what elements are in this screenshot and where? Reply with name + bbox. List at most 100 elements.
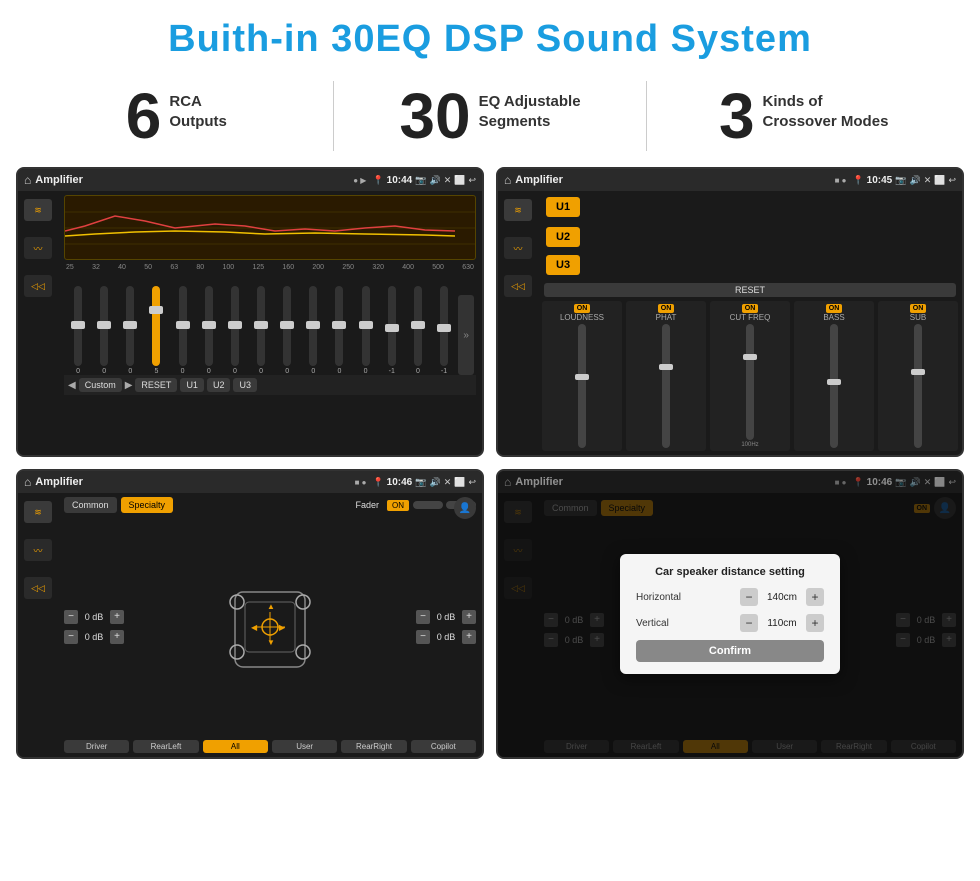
dialog-vertical-plus[interactable]: + bbox=[806, 614, 824, 632]
eq-handle-3[interactable] bbox=[149, 306, 163, 314]
close-icon-3[interactable]: ✕ bbox=[444, 477, 452, 488]
home-icon-2[interactable]: ⌂ bbox=[504, 173, 511, 187]
eq-sidebar-icon-2[interactable]: 〰 bbox=[24, 237, 52, 259]
profile-btn[interactable]: 👤 bbox=[454, 497, 476, 519]
fader-on-btn[interactable]: ON bbox=[387, 500, 409, 511]
loudness-on[interactable]: ON bbox=[574, 304, 591, 313]
dialog-vertical-minus[interactable]: − bbox=[740, 614, 758, 632]
eq-track-12[interactable] bbox=[388, 286, 396, 366]
dialog-horizontal-minus[interactable]: − bbox=[740, 588, 758, 606]
u2-btn-1[interactable]: U2 bbox=[207, 378, 231, 392]
eq-track-0[interactable] bbox=[74, 286, 82, 366]
loudness-handle[interactable] bbox=[575, 374, 589, 380]
rearright-btn[interactable]: RearRight bbox=[341, 740, 406, 753]
eq-handle-0[interactable] bbox=[71, 321, 85, 329]
loudness-slider[interactable] bbox=[578, 324, 586, 448]
back-icon-3[interactable]: ↩ bbox=[468, 477, 476, 488]
mixer-sidebar-icon-1[interactable]: ≋ bbox=[24, 501, 52, 523]
bass-on[interactable]: ON bbox=[826, 304, 843, 313]
left-minus-1[interactable]: − bbox=[64, 610, 78, 624]
sub-handle[interactable] bbox=[911, 369, 925, 375]
dialog-confirm-btn[interactable]: Confirm bbox=[636, 640, 824, 662]
eq-handle-9[interactable] bbox=[306, 321, 320, 329]
user-btn[interactable]: User bbox=[272, 740, 337, 753]
left-plus-2[interactable]: + bbox=[110, 630, 124, 644]
fader-h-1[interactable] bbox=[413, 501, 443, 509]
left-plus-1[interactable]: + bbox=[110, 610, 124, 624]
eq-track-5[interactable] bbox=[205, 286, 213, 366]
tab-specialty[interactable]: Specialty bbox=[121, 497, 174, 513]
home-icon-1[interactable]: ⌂ bbox=[24, 173, 31, 187]
amp-sidebar-icon-3[interactable]: ◁◁ bbox=[504, 275, 532, 297]
play-icon[interactable]: ▶ bbox=[125, 380, 133, 391]
window-icon-1[interactable]: ⬜ bbox=[454, 175, 465, 186]
eq-handle-7[interactable] bbox=[254, 321, 268, 329]
eq-track-13[interactable] bbox=[414, 286, 422, 366]
eq-handle-5[interactable] bbox=[202, 321, 216, 329]
cutfreq-slider[interactable] bbox=[746, 324, 754, 440]
sub-on[interactable]: ON bbox=[910, 304, 927, 313]
bass-handle[interactable] bbox=[827, 379, 841, 385]
eq-track-7[interactable] bbox=[257, 286, 265, 366]
eq-track-11[interactable] bbox=[362, 286, 370, 366]
mixer-sidebar-icon-3[interactable]: ◁◁ bbox=[24, 577, 52, 599]
u3-btn-s2[interactable]: U3 bbox=[546, 255, 580, 275]
reset-btn-s2[interactable]: RESET bbox=[544, 283, 956, 297]
eq-sidebar-icon-1[interactable]: ≋ bbox=[24, 199, 52, 221]
eq-track-10[interactable] bbox=[335, 286, 343, 366]
eq-track-3[interactable] bbox=[152, 286, 160, 366]
driver-btn[interactable]: Driver bbox=[64, 740, 129, 753]
cutfreq-handle[interactable] bbox=[743, 354, 757, 360]
home-icon-3[interactable]: ⌂ bbox=[24, 475, 31, 489]
eq-handle-13[interactable] bbox=[411, 321, 425, 329]
eq-track-4[interactable] bbox=[179, 286, 187, 366]
back-icon-2[interactable]: ↩ bbox=[948, 175, 956, 186]
cutfreq-on[interactable]: ON bbox=[742, 304, 759, 313]
right-minus-2[interactable]: − bbox=[416, 630, 430, 644]
phat-on[interactable]: ON bbox=[658, 304, 675, 313]
amp-sidebar-icon-2[interactable]: 〰 bbox=[504, 237, 532, 259]
reset-btn-1[interactable]: RESET bbox=[135, 378, 177, 392]
eq-handle-2[interactable] bbox=[123, 321, 137, 329]
right-plus-1[interactable]: + bbox=[462, 610, 476, 624]
phat-slider[interactable] bbox=[662, 324, 670, 448]
sub-slider[interactable] bbox=[914, 324, 922, 448]
right-plus-2[interactable]: + bbox=[462, 630, 476, 644]
eq-track-6[interactable] bbox=[231, 286, 239, 366]
eq-handle-11[interactable] bbox=[359, 321, 373, 329]
window-icon-3[interactable]: ⬜ bbox=[454, 477, 465, 488]
expand-btn[interactable]: » bbox=[458, 295, 474, 375]
eq-handle-8[interactable] bbox=[280, 321, 294, 329]
eq-handle-6[interactable] bbox=[228, 321, 242, 329]
custom-btn[interactable]: Custom bbox=[79, 378, 122, 392]
u2-btn-s2[interactable]: U2 bbox=[546, 227, 580, 247]
close-icon-2[interactable]: ✕ bbox=[924, 175, 932, 186]
eq-handle-12[interactable] bbox=[385, 324, 399, 332]
phat-handle[interactable] bbox=[659, 364, 673, 370]
close-icon-1[interactable]: ✕ bbox=[444, 175, 452, 186]
eq-handle-14[interactable] bbox=[437, 324, 451, 332]
left-minus-2[interactable]: − bbox=[64, 630, 78, 644]
eq-track-2[interactable] bbox=[126, 286, 134, 366]
amp-sidebar-icon-1[interactable]: ≋ bbox=[504, 199, 532, 221]
eq-handle-10[interactable] bbox=[332, 321, 346, 329]
prev-icon[interactable]: ◀ bbox=[68, 380, 76, 391]
tab-common[interactable]: Common bbox=[64, 497, 117, 513]
eq-track-9[interactable] bbox=[309, 286, 317, 366]
u1-btn-1[interactable]: U1 bbox=[180, 378, 204, 392]
u3-btn-1[interactable]: U3 bbox=[233, 378, 257, 392]
right-minus-1[interactable]: − bbox=[416, 610, 430, 624]
all-btn[interactable]: All bbox=[203, 740, 268, 753]
eq-track-14[interactable] bbox=[440, 286, 448, 366]
dialog-horizontal-plus[interactable]: + bbox=[806, 588, 824, 606]
copilot-btn[interactable]: Copilot bbox=[411, 740, 476, 753]
back-icon-1[interactable]: ↩ bbox=[468, 175, 476, 186]
window-icon-2[interactable]: ⬜ bbox=[934, 175, 945, 186]
mixer-sidebar-icon-2[interactable]: 〰 bbox=[24, 539, 52, 561]
rearleft-btn[interactable]: RearLeft bbox=[133, 740, 198, 753]
eq-track-1[interactable] bbox=[100, 286, 108, 366]
bass-slider[interactable] bbox=[830, 324, 838, 448]
eq-handle-4[interactable] bbox=[176, 321, 190, 329]
eq-track-8[interactable] bbox=[283, 286, 291, 366]
eq-sidebar-icon-3[interactable]: ◁◁ bbox=[24, 275, 52, 297]
